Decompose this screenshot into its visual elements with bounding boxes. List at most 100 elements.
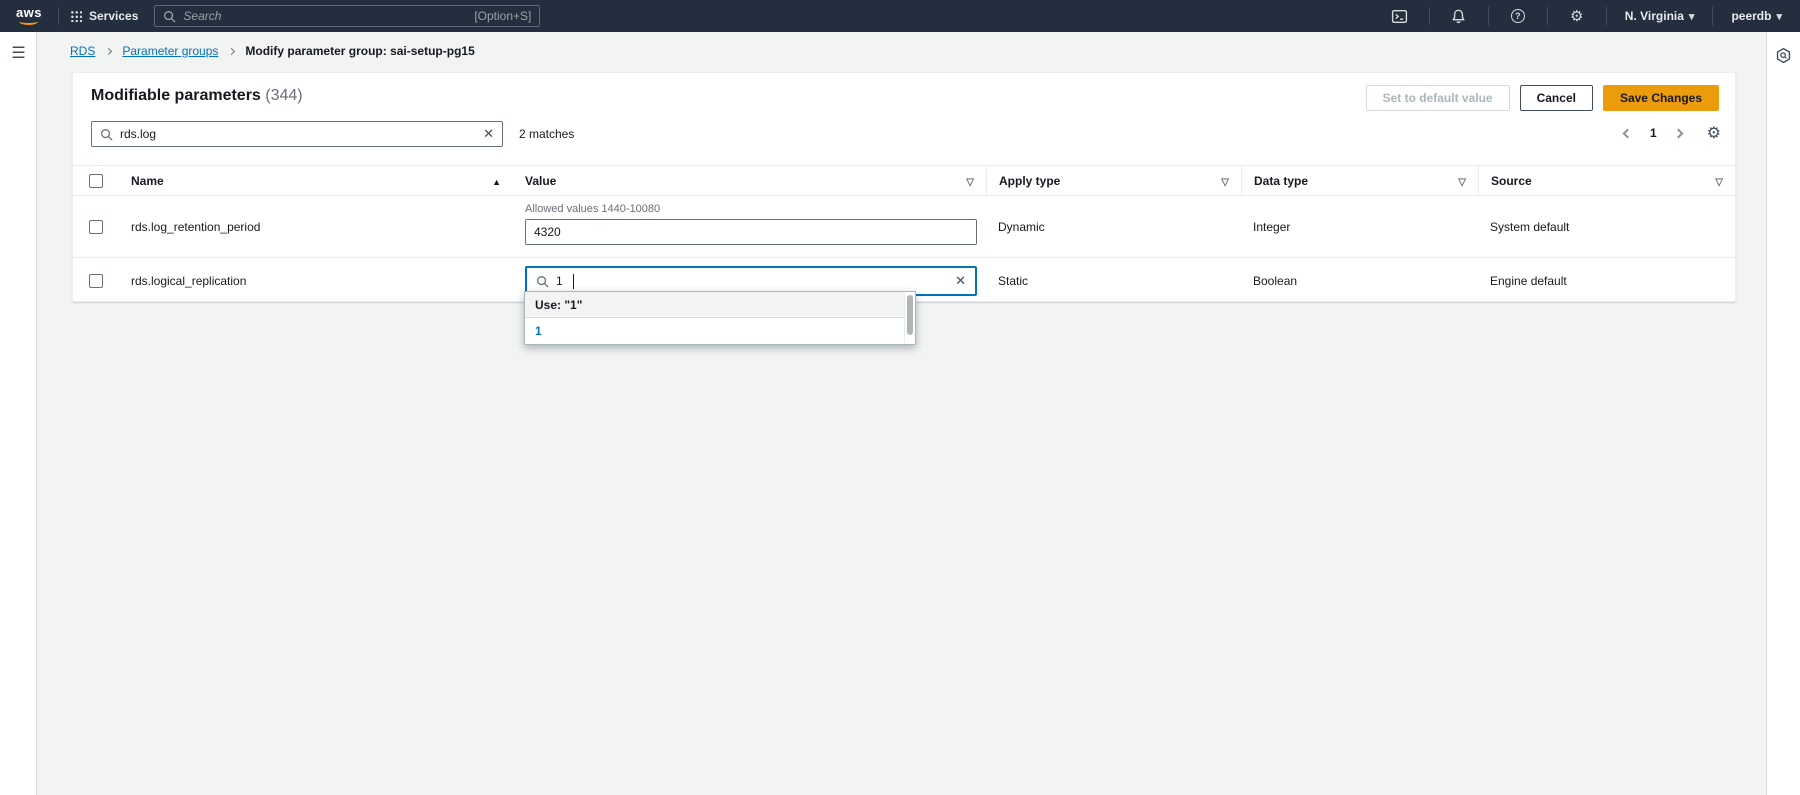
- parameter-name: rds.logical_replication: [119, 274, 513, 288]
- global-search-input[interactable]: [183, 9, 467, 23]
- parameters-table: Name Value Apply type Data type Source: [73, 165, 1735, 304]
- search-icon: [536, 275, 549, 288]
- dropdown-scrollbar[interactable]: [904, 292, 915, 344]
- row-checkbox-cell: [73, 274, 119, 288]
- cancel-button[interactable]: Cancel: [1520, 85, 1593, 111]
- filter-triangle-icon[interactable]: [1458, 174, 1466, 188]
- breadcrumb-separator-icon: [105, 47, 112, 54]
- nav-divider: [1429, 7, 1430, 25]
- bell-icon: [1450, 8, 1467, 25]
- account-label: peerdb: [1731, 9, 1771, 23]
- parameter-count: (344): [265, 87, 302, 104]
- column-header-value[interactable]: Value: [513, 166, 986, 195]
- table-preferences-gear-icon[interactable]: [1707, 123, 1721, 143]
- panel-header: Modifiable parameters (344): [91, 87, 303, 105]
- aws-logo[interactable]: aws: [12, 5, 46, 27]
- column-header-source[interactable]: Source: [1478, 166, 1735, 195]
- search-icon: [100, 128, 113, 141]
- text-cursor: [573, 274, 574, 289]
- top-navigation-bar: aws Services [Option+S]: [0, 0, 1800, 32]
- value-suggestions-dropdown: Use: "1" 1: [524, 291, 916, 345]
- side-panel-toggle-button[interactable]: [1773, 44, 1795, 66]
- dropdown-option[interactable]: 1: [525, 318, 915, 344]
- scrollbar-thumb[interactable]: [907, 295, 913, 335]
- cloudshell-button[interactable]: [1383, 4, 1417, 28]
- breadcrumb: RDS Parameter groups Modify parameter gr…: [70, 44, 475, 58]
- save-changes-button[interactable]: Save Changes: [1603, 85, 1719, 111]
- filter-triangle-icon[interactable]: [1221, 174, 1229, 188]
- nav-divider: [1606, 7, 1607, 25]
- hamburger-menu-button[interactable]: [8, 42, 29, 63]
- value-input[interactable]: [525, 219, 977, 245]
- hexagon-panel-icon: [1775, 47, 1792, 64]
- help-button[interactable]: [1501, 4, 1535, 28]
- set-to-default-button[interactable]: Set to default value: [1366, 85, 1510, 111]
- apply-type-value: Static: [986, 274, 1241, 288]
- filter-row: 2 matches: [91, 121, 574, 147]
- row-checkbox-cell: [73, 220, 119, 234]
- dropdown-use-entered-value[interactable]: Use: "1": [525, 292, 915, 318]
- right-side-rail: [1766, 32, 1800, 795]
- breadcrumb-parameter-groups-link[interactable]: Parameter groups: [122, 44, 218, 58]
- search-shortcut-hint: [Option+S]: [474, 9, 531, 23]
- apply-type-value: Dynamic: [986, 220, 1241, 234]
- column-label: Value: [525, 174, 556, 188]
- aws-smile-icon: [19, 18, 38, 25]
- value-cell: Allowed values 1440-10080: [513, 196, 986, 245]
- column-label: Apply type: [999, 174, 1060, 188]
- chevron-down-icon: [1689, 9, 1695, 23]
- row-checkbox[interactable]: [89, 274, 103, 288]
- nav-divider: [1488, 7, 1489, 25]
- region-selector[interactable]: N. Virginia: [1619, 9, 1701, 23]
- nav-divider: [1547, 7, 1548, 25]
- notifications-button[interactable]: [1442, 4, 1476, 28]
- select-all-checkbox[interactable]: [89, 174, 103, 188]
- action-buttons: Set to default value Cancel Save Changes: [1366, 85, 1719, 111]
- column-header-name[interactable]: Name: [119, 166, 513, 195]
- nav-divider: [1712, 7, 1713, 25]
- table-header-row: Name Value Apply type Data type Source: [73, 166, 1735, 196]
- column-label: Name: [131, 174, 164, 188]
- left-side-rail: [0, 32, 37, 795]
- parameter-filter-input[interactable]: [120, 127, 476, 141]
- filter-triangle-icon[interactable]: [966, 174, 974, 188]
- allowed-values-hint: Allowed values 1440-10080: [525, 203, 974, 215]
- sort-ascending-icon[interactable]: [492, 174, 501, 188]
- search-icon: [163, 10, 176, 23]
- services-menu[interactable]: Services: [71, 9, 138, 23]
- header-checkbox-cell: [73, 174, 119, 188]
- breadcrumb-separator-icon: [228, 47, 235, 54]
- pagination: 1: [1620, 123, 1721, 143]
- page-title: Modifiable parameters: [91, 87, 261, 104]
- parameter-name: rds.log_retention_period: [119, 220, 513, 234]
- chevron-left-icon: [1623, 128, 1633, 138]
- current-page-number[interactable]: 1: [1650, 126, 1657, 140]
- modifiable-parameters-panel: Modifiable parameters (344) Set to defau…: [72, 72, 1736, 302]
- breadcrumb-rds-link[interactable]: RDS: [70, 44, 95, 58]
- global-search-box[interactable]: [Option+S]: [154, 5, 540, 27]
- row-checkbox[interactable]: [89, 220, 103, 234]
- column-header-apply-type[interactable]: Apply type: [986, 166, 1241, 195]
- next-page-button[interactable]: [1671, 125, 1687, 141]
- parameter-filter-box: [91, 121, 503, 147]
- column-header-data-type[interactable]: Data type: [1241, 166, 1478, 195]
- breadcrumb-current-page: Modify parameter group: sai-setup-pg15: [245, 44, 474, 58]
- clear-filter-icon[interactable]: [483, 126, 494, 142]
- chevron-down-icon: [1776, 9, 1782, 23]
- column-label: Source: [1491, 174, 1532, 188]
- account-menu[interactable]: peerdb: [1725, 9, 1788, 23]
- value-combobox-input[interactable]: [556, 274, 570, 288]
- help-icon: [1511, 9, 1525, 23]
- data-type-value: Boolean: [1241, 274, 1478, 288]
- region-label: N. Virginia: [1625, 9, 1684, 23]
- table-row: rds.log_retention_period Allowed values …: [73, 196, 1735, 258]
- clear-value-icon[interactable]: [955, 273, 966, 289]
- cloudshell-icon: [1391, 8, 1408, 25]
- previous-page-button[interactable]: [1620, 125, 1636, 141]
- nav-divider: [58, 7, 59, 25]
- source-value: Engine default: [1478, 274, 1735, 288]
- filter-triangle-icon[interactable]: [1715, 174, 1723, 188]
- settings-button[interactable]: [1560, 4, 1594, 28]
- chevron-right-icon: [1674, 128, 1684, 138]
- column-label: Data type: [1254, 174, 1308, 188]
